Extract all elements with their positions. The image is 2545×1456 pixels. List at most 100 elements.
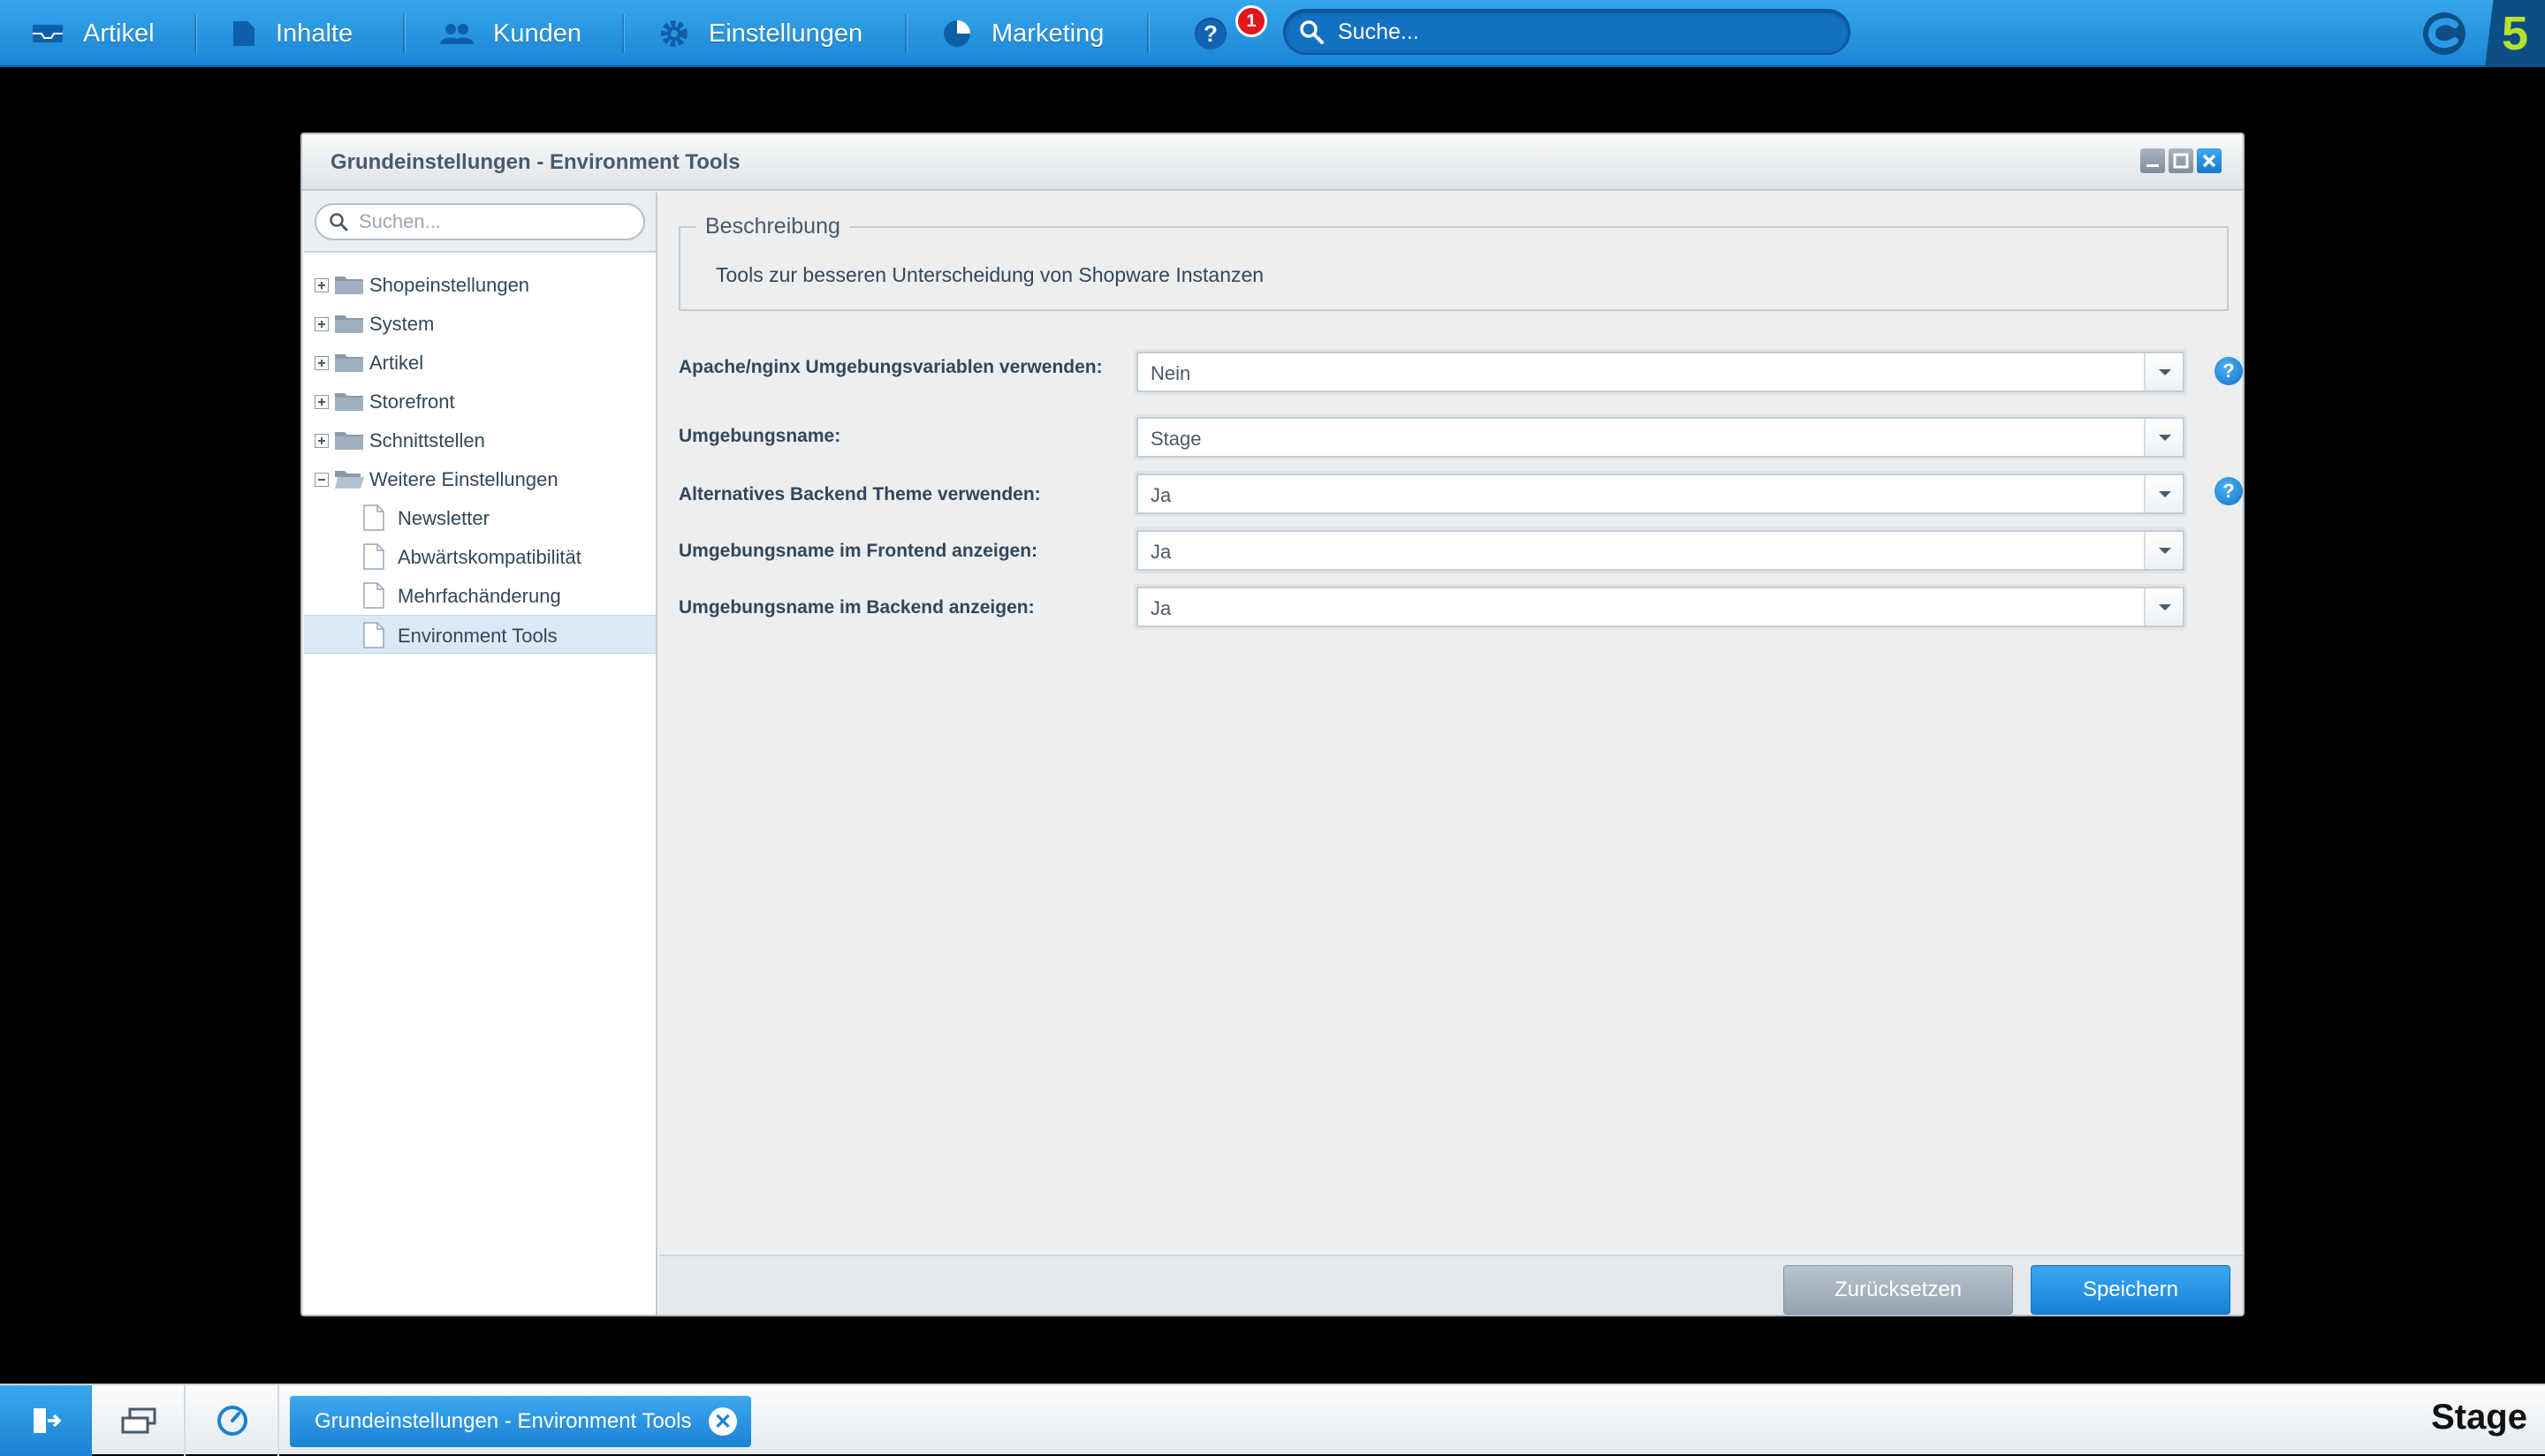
menu-einstellungen[interactable]: Einstellungen: [659, 0, 862, 67]
close-button[interactable]: [2197, 148, 2222, 173]
select-value: Ja: [1151, 541, 1172, 563]
backend-name-select[interactable]: Ja: [1136, 587, 2184, 627]
settings-tree-panel: Suchen... Shopeinstellungen System Artik…: [304, 193, 657, 1315]
menu-separator: [403, 14, 405, 53]
menu-separator: [1147, 14, 1149, 53]
tree-node-storefront[interactable]: Storefront: [304, 382, 656, 421]
chevron-down-icon[interactable]: [2144, 588, 2183, 626]
field-label: Umgebungsname:: [679, 426, 841, 446]
minimize-icon: [2146, 164, 2159, 167]
reset-button[interactable]: Zurücksetzen: [1783, 1265, 2013, 1315]
frontend-name-select[interactable]: Ja: [1136, 530, 2184, 571]
environment-name-select[interactable]: Stage: [1136, 417, 2184, 458]
tree-node-label: System: [369, 313, 435, 335]
close-icon[interactable]: ✕: [709, 1407, 737, 1436]
search-icon: [1300, 20, 1324, 44]
collapse-icon[interactable]: [315, 473, 329, 487]
tree-node-environment-tools[interactable]: Environment Tools: [304, 615, 656, 654]
help-icon[interactable]: ?: [2215, 477, 2243, 505]
global-search-placeholder: Suche...: [1338, 19, 1419, 44]
menu-inhalte[interactable]: Inhalte: [232, 0, 353, 67]
menu-kunden-label: Kunden: [493, 19, 581, 48]
menu-artikel-label: Artikel: [83, 19, 155, 48]
menu-separator: [622, 14, 624, 53]
pie-chart-icon: [944, 20, 970, 47]
help-icon[interactable]: ?: [2215, 357, 2243, 385]
select-value: Ja: [1151, 484, 1172, 506]
search-icon: [330, 213, 348, 231]
folder-icon: [335, 315, 363, 333]
chevron-down-icon[interactable]: [2144, 475, 2183, 512]
tree-node-system[interactable]: System: [304, 304, 656, 343]
settings-window: Grundeinstellungen - Environment Tools S…: [300, 133, 2245, 1316]
tree-node-label: Abwärtskompatibilität: [398, 546, 581, 568]
apache-env-select[interactable]: Nein: [1136, 352, 2184, 392]
folder-open-icon: [335, 471, 364, 489]
tree-node-artikel[interactable]: Artikel: [304, 343, 656, 382]
description-legend: Beschreibung: [696, 214, 849, 239]
tree-node-mehrfachaenderung[interactable]: Mehrfachänderung: [304, 576, 656, 615]
help-icon[interactable]: ?: [1195, 18, 1227, 49]
field-label: Alternatives Backend Theme verwenden:: [679, 484, 1041, 504]
notification-badge: 1: [1235, 5, 1267, 37]
chevron-down-icon[interactable]: [2144, 353, 2183, 391]
folder-icon: [335, 393, 363, 411]
logout-button[interactable]: [0, 1385, 92, 1456]
tree-node-label: Schnittstellen: [369, 429, 485, 451]
backend-theme-select[interactable]: Ja: [1136, 474, 2184, 514]
taskbar-window-label: Grundeinstellungen - Environment Tools: [315, 1409, 692, 1433]
file-icon: [363, 582, 384, 609]
file-icon: [363, 504, 384, 531]
window-footer-toolbar: Zurücksetzen Speichern: [659, 1255, 2243, 1315]
minimize-button[interactable]: [2140, 148, 2165, 173]
tree-node-weitere-einstellungen[interactable]: Weitere Einstellungen: [304, 459, 656, 498]
tree-search-placeholder: Suchen...: [359, 210, 441, 232]
menu-marketing[interactable]: Marketing: [942, 0, 1104, 67]
save-button[interactable]: Speichern: [2031, 1265, 2230, 1315]
environment-name-label: Stage: [2431, 1398, 2527, 1437]
menu-inhalte-label: Inhalte: [276, 19, 353, 48]
tree-node-label: Environment Tools: [398, 625, 558, 647]
windows-icon: [121, 1407, 156, 1434]
menu-kunden[interactable]: Kunden: [440, 0, 581, 67]
shopware-logo-icon[interactable]: [2420, 9, 2469, 58]
field-label: Umgebungsname im Frontend anzeigen:: [679, 541, 1038, 561]
expand-icon[interactable]: [315, 395, 329, 409]
expand-icon[interactable]: [315, 278, 329, 292]
expand-icon[interactable]: [315, 317, 329, 331]
select-value: Stage: [1151, 428, 1202, 450]
window-switcher-button[interactable]: [94, 1385, 186, 1456]
description-fieldset: Beschreibung Tools zur besseren Untersch…: [679, 214, 2229, 311]
folder-icon: [335, 277, 363, 294]
settings-form-panel: Beschreibung Tools zur besseren Untersch…: [659, 193, 2243, 1315]
speedometer-icon: [217, 1406, 247, 1436]
select-value: Nein: [1151, 362, 1191, 384]
tree-node-label: Mehrfachänderung: [398, 585, 561, 607]
folder-icon: [335, 354, 363, 372]
maximize-button[interactable]: [2169, 148, 2193, 173]
expand-icon[interactable]: [315, 356, 329, 370]
tree-search-input[interactable]: Suchen...: [315, 203, 645, 240]
taskbar-window-tab[interactable]: Grundeinstellungen - Environment Tools ✕: [290, 1396, 751, 1447]
menu-separator: [905, 14, 907, 53]
global-search-input[interactable]: Suche...: [1283, 9, 1850, 55]
chevron-down-icon[interactable]: [2144, 419, 2183, 456]
description-text: Tools zur besseren Unterscheidung von Sh…: [716, 263, 1265, 286]
top-menu-bar: Artikel Inhalte Kunden Einstellungen Mar…: [0, 0, 2545, 67]
tree-node-label: Shopeinstellungen: [369, 274, 530, 296]
close-icon: [2202, 154, 2216, 168]
expand-icon[interactable]: [315, 434, 329, 448]
menu-artikel[interactable]: Artikel: [32, 0, 155, 67]
tree-node-label: Weitere Einstellungen: [369, 468, 558, 490]
file-icon: [363, 622, 384, 648]
window-title: Grundeinstellungen - Environment Tools: [330, 150, 741, 174]
chevron-down-icon[interactable]: [2144, 532, 2183, 569]
tree-node-newsletter[interactable]: Newsletter: [304, 498, 656, 537]
tree-node-schnittstellen[interactable]: Schnittstellen: [304, 421, 656, 459]
inbox-icon: [33, 25, 63, 42]
tree-node-shopeinstellungen[interactable]: Shopeinstellungen: [304, 265, 656, 304]
shopware-5-logo: 5: [2485, 0, 2545, 67]
tree-node-abwaertskompatibilitaet[interactable]: Abwärtskompatibilität: [304, 537, 656, 576]
dashboard-button[interactable]: [187, 1385, 279, 1456]
window-header[interactable]: Grundeinstellungen - Environment Tools: [302, 134, 2243, 191]
